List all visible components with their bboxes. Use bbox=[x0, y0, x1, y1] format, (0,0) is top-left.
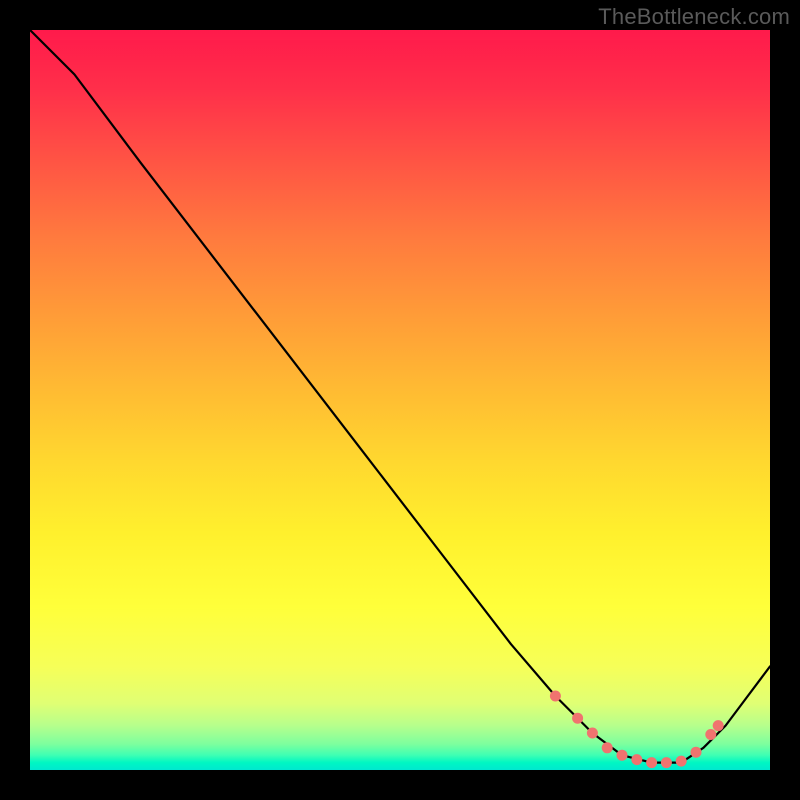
watermark-text: TheBottleneck.com bbox=[598, 4, 790, 30]
marker-dot bbox=[676, 756, 687, 767]
marker-dot bbox=[550, 691, 561, 702]
curve-layer bbox=[30, 30, 770, 770]
marker-dot bbox=[691, 747, 702, 758]
marker-dot bbox=[602, 742, 613, 753]
marker-dot bbox=[587, 728, 598, 739]
minimum-markers bbox=[550, 691, 724, 769]
marker-dot bbox=[661, 757, 672, 768]
chart-frame: TheBottleneck.com bbox=[0, 0, 800, 800]
marker-dot bbox=[646, 757, 657, 768]
marker-dot bbox=[705, 729, 716, 740]
bottleneck-curve bbox=[30, 30, 770, 763]
marker-dot bbox=[617, 750, 628, 761]
marker-dot bbox=[572, 713, 583, 724]
plot-area bbox=[30, 30, 770, 770]
marker-dot bbox=[631, 754, 642, 765]
marker-dot bbox=[713, 720, 724, 731]
